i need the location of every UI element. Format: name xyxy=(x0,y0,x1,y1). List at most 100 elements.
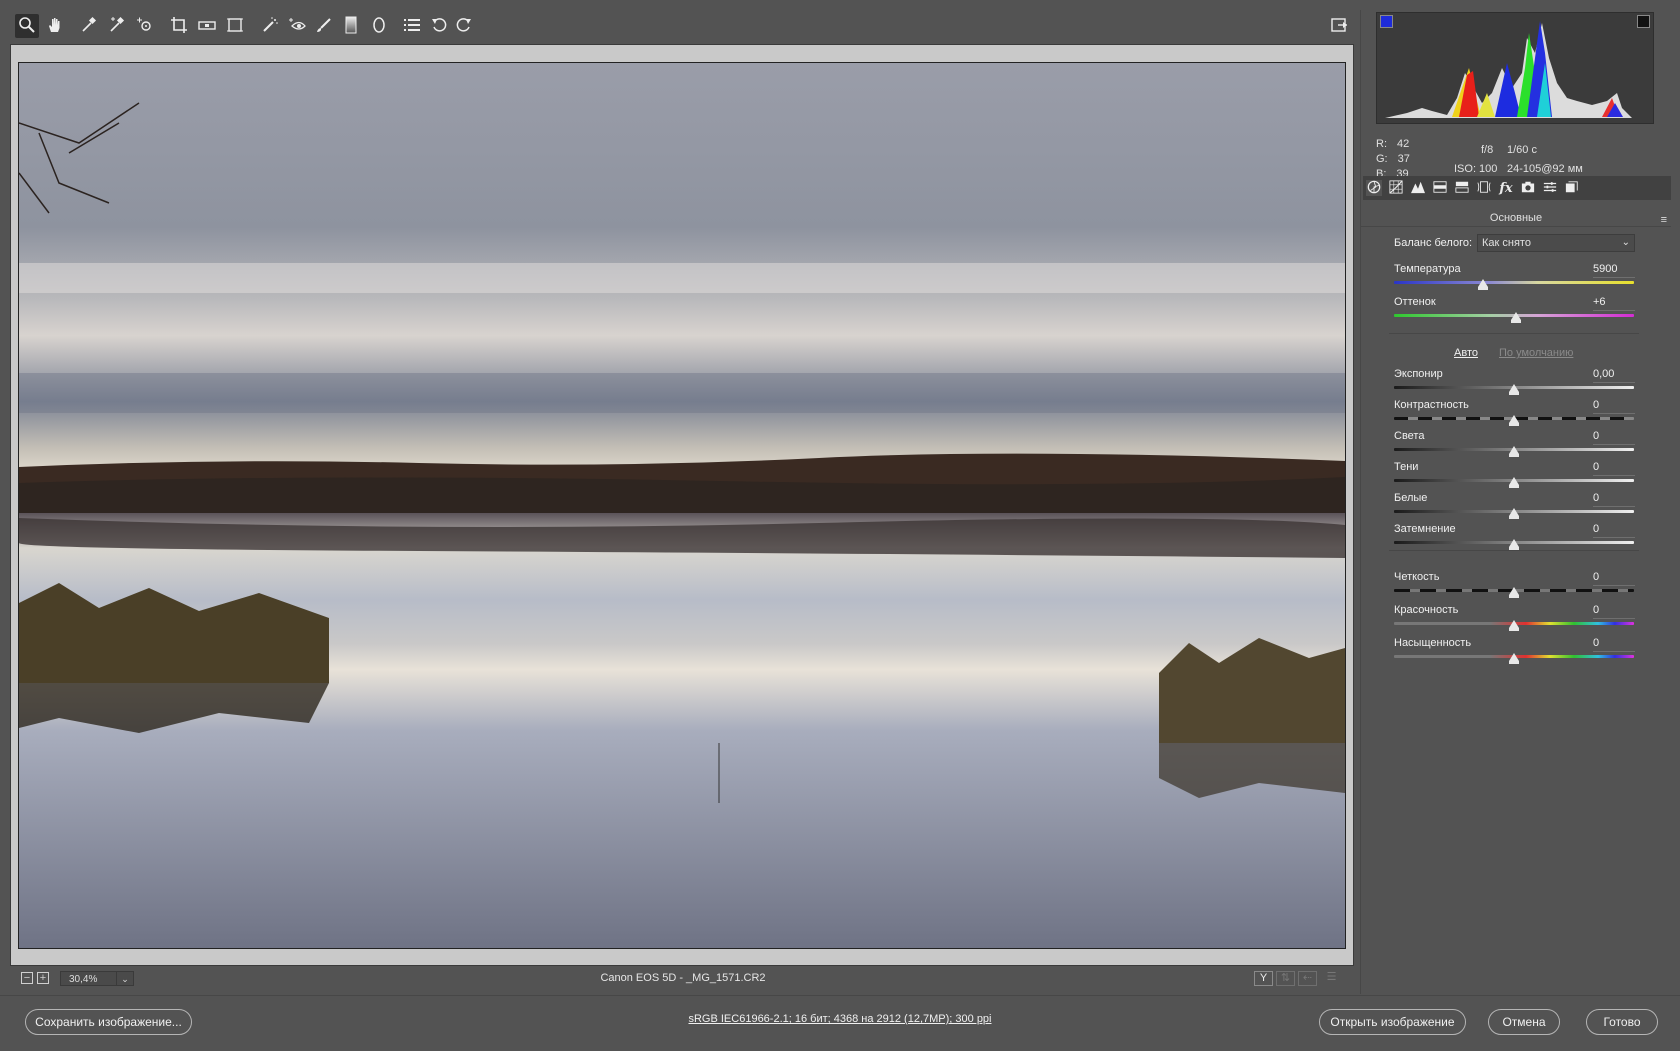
shadows-slider-thumb[interactable] xyxy=(1509,477,1519,488)
aperture-value: f/8 xyxy=(1481,144,1494,156)
tab-effects[interactable]: fx xyxy=(1498,180,1514,196)
slider-value-exposure[interactable]: 0,00 xyxy=(1593,368,1633,380)
r-value: 42 xyxy=(1397,138,1410,150)
divider xyxy=(1593,618,1635,619)
contrast-slider-thumb[interactable] xyxy=(1509,415,1519,426)
level-icon xyxy=(198,16,216,37)
slider-value-tint[interactable]: +6 xyxy=(1593,296,1633,308)
hand-icon xyxy=(46,16,64,37)
slider-label-exposure: Экспонир xyxy=(1394,368,1443,380)
tab-basic[interactable] xyxy=(1366,180,1382,196)
transform-tool-button[interactable] xyxy=(223,14,247,38)
tab-snapshots[interactable] xyxy=(1564,180,1580,196)
adjustments-panel: R: 42 G: 37 B: 39 f/8 1/60 с ISO: 100 24-10… xyxy=(1360,10,1671,994)
fx-icon: fx xyxy=(1499,180,1513,196)
slider-value-temperature[interactable]: 5900 xyxy=(1593,263,1633,275)
graduated-filter-tool-button[interactable] xyxy=(339,14,363,38)
sliders-icon: ☰ xyxy=(1326,971,1337,983)
white-balance-label: Баланс белого: xyxy=(1394,237,1473,249)
highlights-slider-thumb[interactable] xyxy=(1509,446,1519,457)
panel-tabs: fx xyxy=(1363,176,1671,200)
divider xyxy=(1593,651,1635,652)
rotate-ccw-tool-button[interactable] xyxy=(427,14,451,38)
before-after-toggle-button[interactable]: Y xyxy=(1254,971,1273,986)
preferences-tool-button[interactable] xyxy=(400,14,424,38)
slider-value-vibrance[interactable]: 0 xyxy=(1593,604,1633,616)
divider xyxy=(1593,310,1635,311)
blacks-slider-thumb[interactable] xyxy=(1509,539,1519,550)
image-preview[interactable] xyxy=(18,62,1346,949)
white-balance-value: Как снято xyxy=(1482,237,1531,249)
tab-camera-calibration[interactable] xyxy=(1520,180,1536,196)
red-eye-tool-button[interactable] xyxy=(285,14,309,38)
slider-value-highlights[interactable]: 0 xyxy=(1593,430,1633,442)
tab-lens-corrections[interactable] xyxy=(1476,180,1492,196)
camera-icon xyxy=(1521,180,1535,197)
arrow-left-icon: ⇠ xyxy=(1302,972,1313,984)
zoom-tool-button[interactable] xyxy=(15,14,39,38)
slider-label-saturation: Насыщенность xyxy=(1394,637,1472,649)
lens-icon xyxy=(1477,180,1491,197)
histogram-graph xyxy=(1385,21,1632,118)
tab-detail[interactable] xyxy=(1410,180,1426,196)
g-value: 37 xyxy=(1397,153,1410,165)
divider xyxy=(1389,333,1639,334)
targeted-adjustment-tool-button[interactable] xyxy=(133,14,157,38)
slider-value-shadows[interactable]: 0 xyxy=(1593,461,1633,473)
slider-label-whites: Белые xyxy=(1394,492,1428,504)
saturation-slider-thumb[interactable] xyxy=(1509,653,1519,664)
adjustment-brush-tool-button[interactable] xyxy=(312,14,336,38)
view-settings-button[interactable]: ☰ xyxy=(1322,971,1341,986)
slider-value-blacks[interactable]: 0 xyxy=(1593,523,1633,535)
slider-label-tint: Оттенок xyxy=(1394,296,1436,308)
eyedropper-icon xyxy=(80,16,98,37)
vibrance-slider-thumb[interactable] xyxy=(1509,620,1519,631)
radial-filter-tool-button[interactable] xyxy=(367,14,391,38)
tab-split-toning[interactable] xyxy=(1454,180,1470,196)
slider-label-clarity: Четкость xyxy=(1394,571,1440,583)
divider xyxy=(1593,537,1635,538)
mountains-icon xyxy=(1411,180,1425,197)
temperature-slider-thumb[interactable] xyxy=(1477,279,1488,290)
fullscreen-toggle-icon xyxy=(1330,16,1348,37)
toolbar xyxy=(10,10,1356,44)
temperature-slider-track[interactable] xyxy=(1394,281,1634,284)
auto-link[interactable]: Авто xyxy=(1454,347,1478,359)
exposure-slider-thumb[interactable] xyxy=(1509,384,1519,395)
hand-tool-button[interactable] xyxy=(43,14,67,38)
default-link[interactable]: По умолчанию xyxy=(1499,347,1573,359)
crop-tool-button[interactable] xyxy=(167,14,191,38)
slider-value-clarity[interactable]: 0 xyxy=(1593,571,1633,583)
spot-removal-tool-button[interactable] xyxy=(258,14,282,38)
split-toning-icon xyxy=(1455,180,1469,197)
panel-menu-icon[interactable]: ≡ xyxy=(1661,214,1667,226)
preview-status-bar: − + 30,4% ⌄ Canon EOS 5D - _MG_1571.CR2 … xyxy=(10,966,1356,992)
slider-value-saturation[interactable]: 0 xyxy=(1593,637,1633,649)
color-sampler-icon xyxy=(108,16,126,37)
tab-hsl[interactable] xyxy=(1432,180,1448,196)
fullscreen-toggle-button[interactable] xyxy=(1327,14,1351,38)
shutter-value: 1/60 с xyxy=(1507,144,1537,156)
divider xyxy=(1361,226,1671,227)
clarity-slider-thumb[interactable] xyxy=(1509,587,1519,598)
color-sampler-tool-button[interactable] xyxy=(105,14,129,38)
tab-tone-curve[interactable] xyxy=(1388,179,1404,196)
straighten-tool-button[interactable] xyxy=(195,14,219,38)
slider-label-highlights: Света xyxy=(1394,430,1425,442)
list-icon xyxy=(403,16,421,37)
tab-presets[interactable] xyxy=(1542,180,1558,196)
slider-value-contrast[interactable]: 0 xyxy=(1593,399,1633,411)
slider-label-vibrance: Красочность xyxy=(1394,604,1459,616)
white-balance-select[interactable]: Как снято ⌄ xyxy=(1477,234,1635,252)
rotate-cw-tool-button[interactable] xyxy=(452,14,476,38)
white-balance-tool-button[interactable] xyxy=(77,14,101,38)
copy-settings-button[interactable]: ⇠ xyxy=(1298,971,1317,986)
slider-value-whites[interactable]: 0 xyxy=(1593,492,1633,504)
whites-slider-thumb[interactable] xyxy=(1509,508,1519,519)
swap-settings-button[interactable]: ⇅ xyxy=(1276,971,1295,986)
divider xyxy=(1389,550,1639,551)
presets-icon xyxy=(1543,180,1557,197)
workflow-options-link[interactable]: sRGB IEC61966-2.1; 16 бит; 4368 на 2912 … xyxy=(0,1013,1680,1025)
tint-slider-thumb[interactable] xyxy=(1511,312,1522,323)
transform-icon xyxy=(226,16,244,37)
